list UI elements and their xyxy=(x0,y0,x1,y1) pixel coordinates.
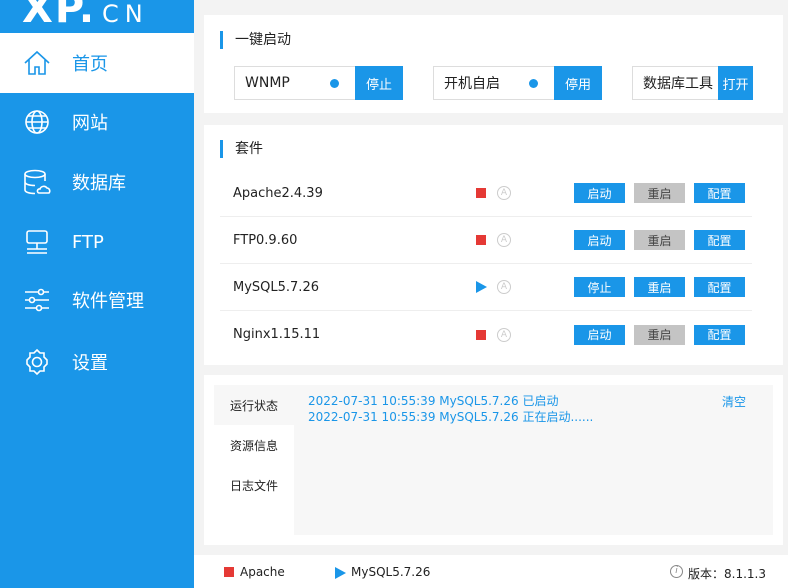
suite-row: Apache2.4.39 A 启动 重启 配置 xyxy=(220,170,752,217)
version-label: 版本：8.1.1.3 xyxy=(688,567,766,581)
restart-button[interactable]: 重启 xyxy=(634,183,685,203)
status-bar: Apache MySQL5.7.26 i 版本：8.1.1.3 xyxy=(194,555,788,588)
gear-icon xyxy=(26,348,48,376)
start-stop-button[interactable]: 停止 xyxy=(574,277,625,297)
status-dot xyxy=(330,78,339,88)
log-card: 运行状态 资源信息 日志文件 2022-07-31 10:55:39 MySQL… xyxy=(204,375,783,545)
stopped-icon xyxy=(224,567,234,577)
sidebar-item-settings[interactable]: 设置 xyxy=(0,332,194,392)
autostart-icon[interactable]: A xyxy=(497,233,511,247)
autostart-disable-button[interactable]: 停用 xyxy=(554,66,602,100)
db-tool-control: 数据库工具 打开 xyxy=(632,66,753,100)
tab-run-status[interactable]: 运行状态 xyxy=(214,385,294,425)
autostart-icon[interactable]: A xyxy=(497,280,511,294)
suite-name: MySQL5.7.26 xyxy=(233,279,319,295)
config-button[interactable]: 配置 xyxy=(694,230,745,250)
suite-card: 套件 Apache2.4.39 A 启动 重启 配置 FTP0.9.60 A 启动… xyxy=(204,125,783,365)
config-button[interactable]: 配置 xyxy=(694,183,745,203)
restart-button[interactable]: 重启 xyxy=(634,324,685,345)
quick-start-card: 一键启动 WNMP 停止 开机自启 停用 数据库工具 打开 xyxy=(204,15,783,113)
suite-row: Nginx1.15.11 A 启动 重启 配置 xyxy=(220,311,752,358)
sliders-icon xyxy=(25,288,49,312)
config-button[interactable]: 配置 xyxy=(694,324,745,345)
suite-name: Nginx1.15.11 xyxy=(233,327,321,342)
suite-row: MySQL5.7.26 A 停止 重启 配置 xyxy=(220,264,752,311)
info-icon: i xyxy=(670,565,683,578)
sidebar-item-home[interactable]: 首页 xyxy=(0,33,194,93)
sidebar-item-website[interactable]: 网站 xyxy=(0,92,194,152)
stopped-icon xyxy=(476,188,486,198)
sidebar-item-software[interactable]: 软件管理 xyxy=(0,270,194,330)
database-icon xyxy=(24,169,51,195)
restart-button[interactable]: 重启 xyxy=(634,277,685,297)
wnmp-control: WNMP 停止 xyxy=(234,66,403,100)
config-button[interactable]: 配置 xyxy=(694,277,745,297)
start-stop-button[interactable]: 启动 xyxy=(574,324,625,345)
tab-log-files[interactable]: 日志文件 xyxy=(214,465,294,505)
log-panel: 运行状态 资源信息 日志文件 2022-07-31 10:55:39 MySQL… xyxy=(214,385,773,535)
start-stop-button[interactable]: 启动 xyxy=(574,230,625,250)
footer-mysql: MySQL5.7.26 xyxy=(351,565,431,579)
sidebar: XP. CN 首页 网站 数据库 FTP 软件管理 设置 xyxy=(0,0,194,588)
status-dot xyxy=(529,78,538,88)
stopped-icon xyxy=(476,235,486,245)
start-stop-button[interactable]: 启动 xyxy=(574,183,625,203)
log-tabs: 运行状态 资源信息 日志文件 xyxy=(214,385,294,535)
clear-log-button[interactable]: 清空 xyxy=(722,393,746,410)
wnmp-stop-button[interactable]: 停止 xyxy=(355,66,403,100)
log-line: 2022-07-31 10:55:39 MySQL5.7.26 正在启动....… xyxy=(308,410,594,424)
suite-name: FTP0.9.60 xyxy=(233,232,298,248)
db-tool-open-button[interactable]: 打开 xyxy=(718,66,753,100)
suite-name: Apache2.4.39 xyxy=(233,185,323,201)
suite-row: FTP0.9.60 A 启动 重启 配置 xyxy=(220,217,752,264)
log-output: 2022-07-31 10:55:39 MySQL5.7.26 已启动 2022… xyxy=(308,393,593,425)
sidebar-item-database[interactable]: 数据库 xyxy=(0,152,194,212)
running-icon xyxy=(335,567,346,579)
autostart-icon[interactable]: A xyxy=(497,327,511,342)
home-icon xyxy=(24,50,50,75)
section-title: 一键启动 xyxy=(220,31,291,49)
restart-button[interactable]: 重启 xyxy=(634,230,685,250)
logo: XP. CN xyxy=(22,0,149,32)
running-icon xyxy=(476,281,487,293)
autostart-icon[interactable]: A xyxy=(497,186,511,200)
ftp-icon xyxy=(26,230,48,254)
stopped-icon xyxy=(476,329,486,340)
globe-icon xyxy=(25,110,49,134)
footer-apache: Apache xyxy=(240,565,285,579)
sidebar-item-ftp[interactable]: FTP xyxy=(0,212,194,272)
tab-resource-info[interactable]: 资源信息 xyxy=(214,425,294,465)
section-title: 套件 xyxy=(220,140,263,158)
log-line: 2022-07-31 10:55:39 MySQL5.7.26 已启动 xyxy=(308,394,559,408)
autostart-control: 开机自启 停用 xyxy=(433,66,602,100)
